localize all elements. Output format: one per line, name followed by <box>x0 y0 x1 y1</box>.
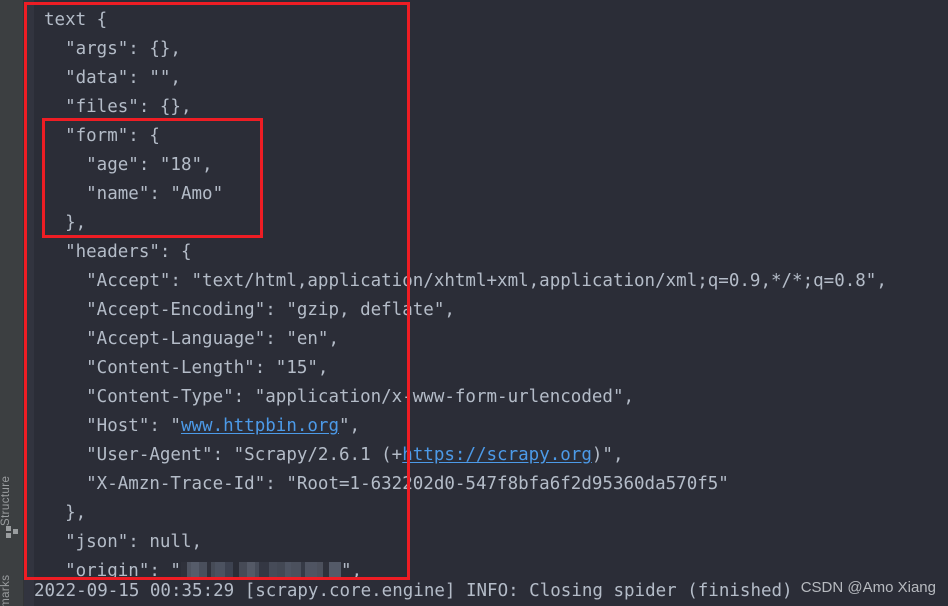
console-line-l12: "Accept-Language": "en", <box>44 329 340 349</box>
console-line-l7: "name": "Amo" <box>44 184 224 204</box>
sidebar-tab-structure-label: Structure <box>0 475 12 526</box>
console-hyperlink[interactable]: https://scrapy.org <box>402 445 592 465</box>
console-line-l14: "Content-Type": "application/x-www-form-… <box>44 387 635 407</box>
run-console-panel[interactable]: text { "args": {}, "data": "", "files": … <box>24 0 948 606</box>
console-line-l3: "data": "", <box>44 68 181 88</box>
console-line-l16: "User-Agent": "Scrapy/2.6.1 (+https://sc… <box>34 441 948 470</box>
console-line-l9: "headers": { <box>44 242 192 262</box>
line-suffix: ", <box>339 416 361 436</box>
console-line-l15: "Host": "www.httpbin.org", <box>34 412 948 441</box>
console-line-l18: }, <box>44 503 87 523</box>
console-line-l10: "Accept": "text/html,application/xhtml+x… <box>44 271 887 291</box>
line-prefix: "Host": " <box>44 416 181 436</box>
sidebar-tab-bookmarks[interactable]: kmarks <box>0 536 24 606</box>
tool-window-sidebar: Structure kmarks <box>0 0 24 606</box>
console-line-l1: text { <box>44 10 108 30</box>
console-line-l11: "Accept-Encoding": "gzip, deflate", <box>44 300 455 320</box>
console-line-l4: "files": {}, <box>44 97 192 117</box>
console-output-text: text { "args": {}, "data": "", "files": … <box>34 0 948 586</box>
sidebar-tab-bookmarks-label: kmarks <box>0 574 12 606</box>
sidebar-tab-structure[interactable]: Structure <box>0 406 24 526</box>
console-line-l6: "age": "18", <box>44 155 213 175</box>
console-line-l5: "form": { <box>44 126 160 146</box>
console-line-l2: "args": {}, <box>44 39 181 59</box>
console-gutter <box>24 0 34 606</box>
console-line-l17: "X-Amzn-Trace-Id": "Root=1-632202d0-547f… <box>44 474 729 494</box>
console-log-line: 2022-09-15 00:35:29 [scrapy.core.engine]… <box>34 581 793 601</box>
line-prefix: "User-Agent": "Scrapy/2.6.1 (+ <box>44 445 403 465</box>
console-line-l13: "Content-Length": "15", <box>44 358 329 378</box>
console-line-l8: }, <box>44 213 87 233</box>
console-hyperlink[interactable]: www.httpbin.org <box>181 416 339 436</box>
screenshot-root: Structure kmarks text { "args": {}, "dat… <box>0 0 948 606</box>
watermark: CSDN @Amo Xiang <box>800 579 936 596</box>
console-line-l19: "json": null, <box>44 532 203 552</box>
line-suffix: )", <box>591 445 624 465</box>
